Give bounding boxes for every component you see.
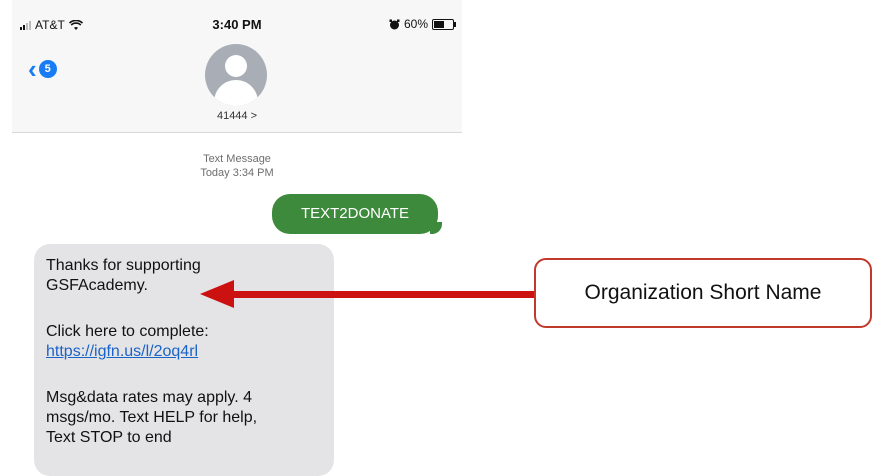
arrow-head-icon xyxy=(200,280,234,308)
contact-avatar[interactable] xyxy=(205,44,267,106)
message-line: Click here to complete: xyxy=(46,323,209,340)
battery-icon xyxy=(432,18,456,30)
received-message-bubble: Thanks for supporting GSFAcademy. Click … xyxy=(34,244,334,476)
annotation-callout: Organization Short Name xyxy=(534,258,872,328)
message-line: msgs/mo. Text HELP for help, xyxy=(46,409,258,426)
message-line: Text STOP to end xyxy=(46,429,172,446)
donation-link[interactable]: https://igfn.us/l/2oq4rl xyxy=(46,343,198,360)
message-line: Msg&data rates may apply. 4 xyxy=(46,389,253,406)
back-button[interactable]: ‹ 5 xyxy=(28,56,57,82)
channel-label: Text Message xyxy=(203,153,271,165)
conversation-header: ‹ 5 41444 > xyxy=(12,42,462,133)
status-bar: AT&T 3:40 PM 60% xyxy=(12,0,462,42)
message-timestamp: Today 3:34 PM xyxy=(200,167,274,179)
contact-name[interactable]: 41444 > xyxy=(12,110,462,122)
annotation-arrow xyxy=(232,291,536,298)
battery-percent: 60% xyxy=(403,17,428,31)
unread-badge: 5 xyxy=(38,60,57,78)
status-right: 60% xyxy=(389,17,456,31)
chevron-left-icon: ‹ xyxy=(28,54,37,84)
battery-level xyxy=(434,20,444,28)
thread-meta: Text Message Today 3:34 PM xyxy=(12,152,462,180)
message-line: Thanks for supporting xyxy=(46,257,201,274)
sent-message-bubble: TEXT2DONATE xyxy=(272,194,442,234)
alarm-icon xyxy=(389,19,400,29)
